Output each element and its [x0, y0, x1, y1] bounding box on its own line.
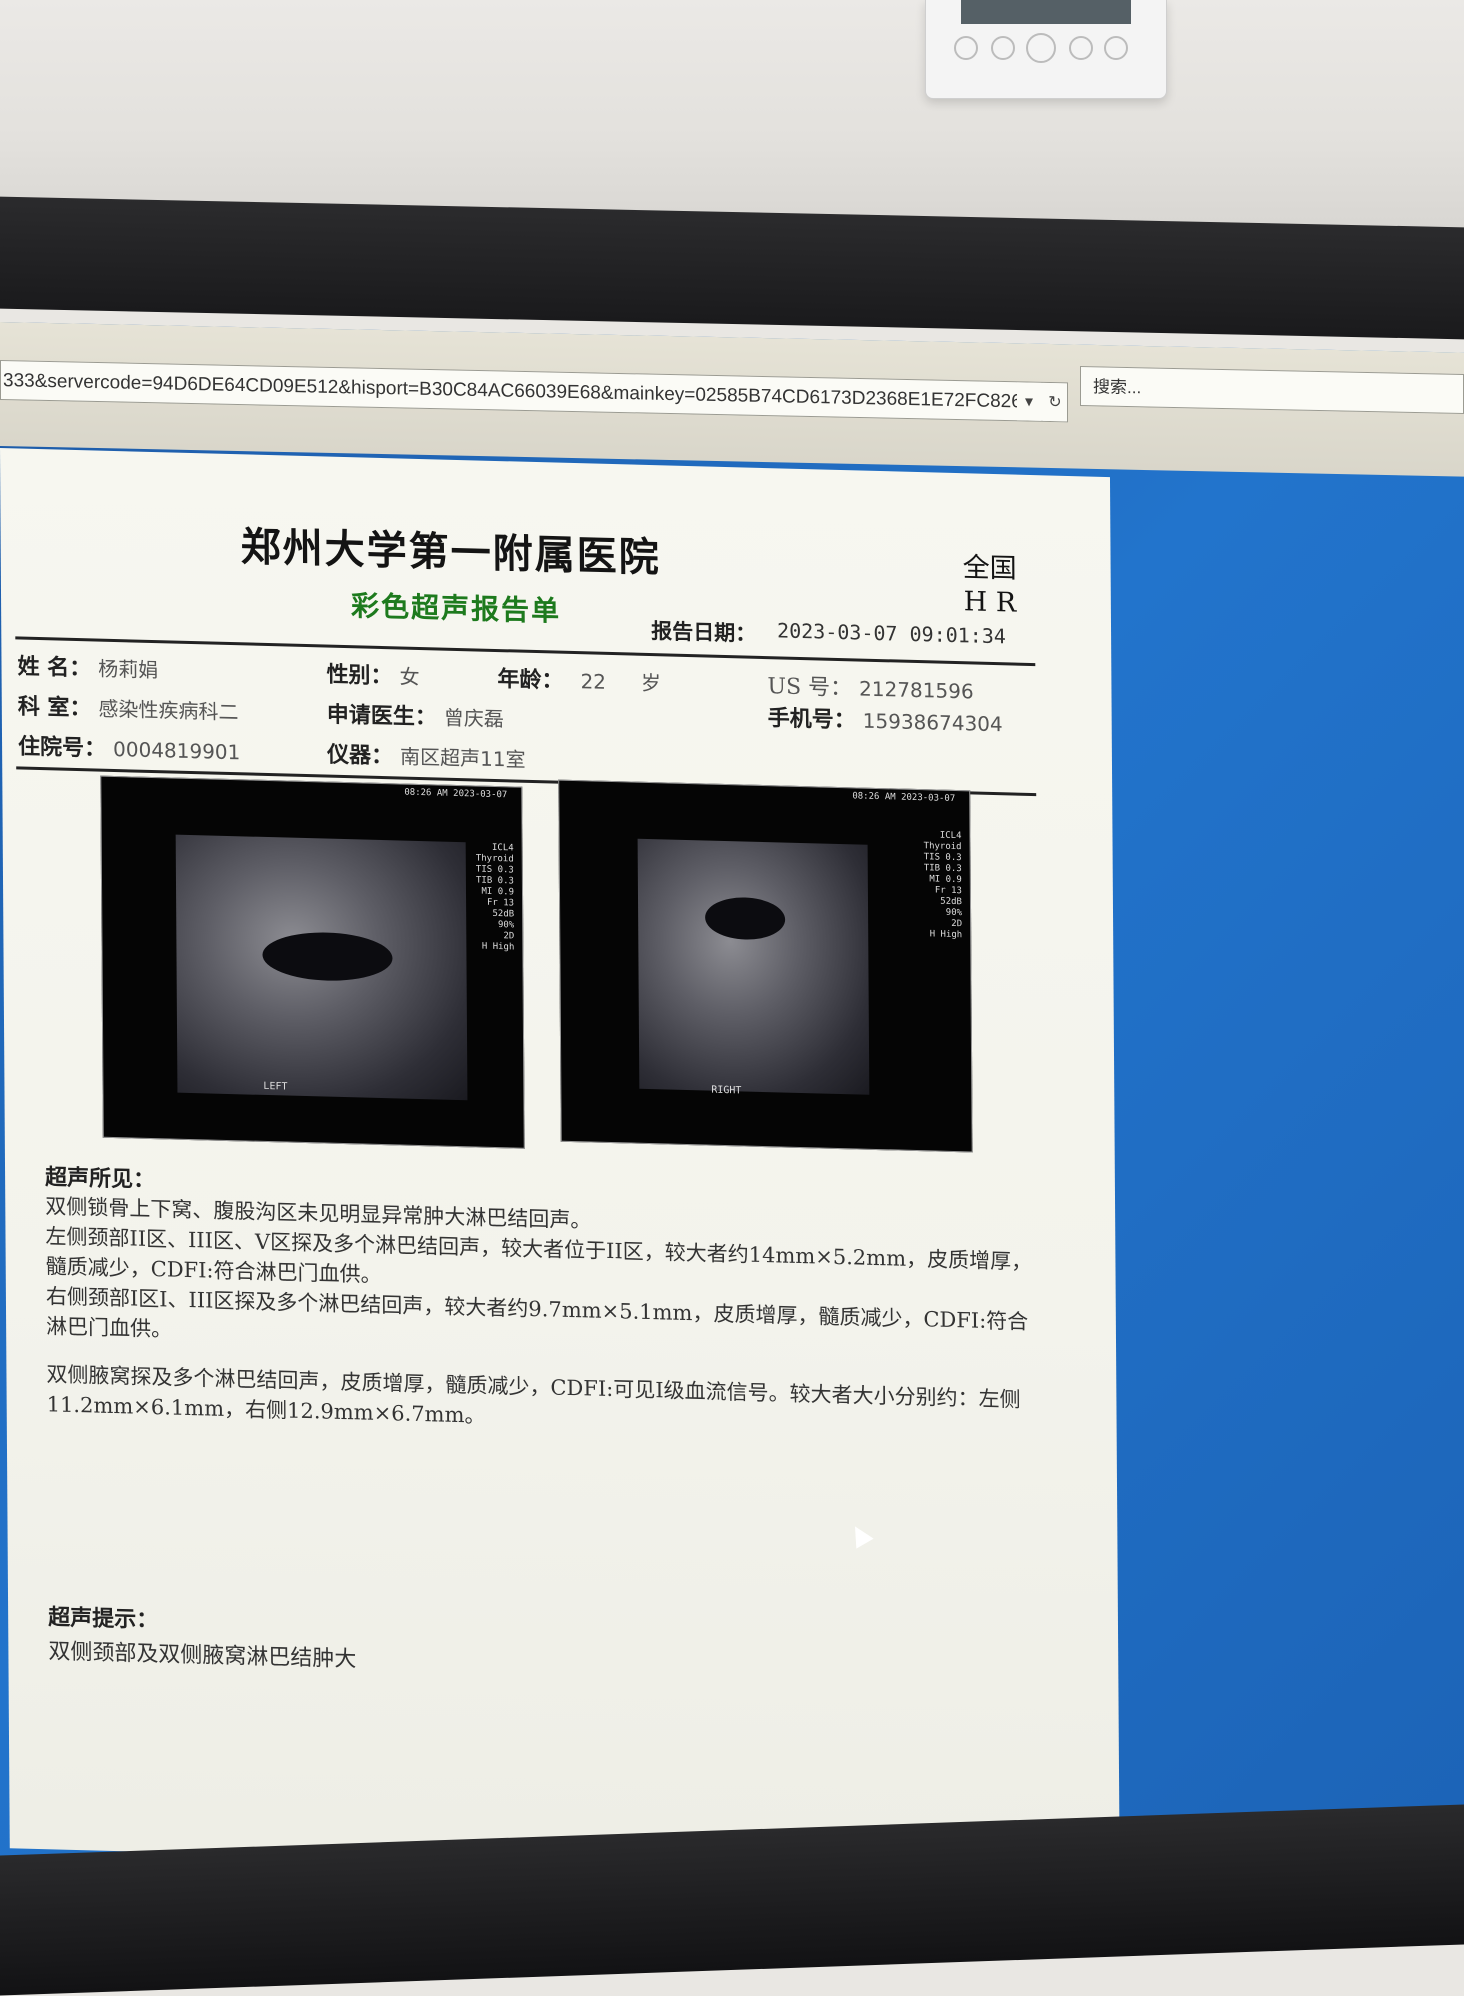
search-placeholder: 搜索... — [1093, 377, 1142, 398]
country-mark-line1: 全国 — [962, 552, 1017, 585]
phone-field: 手机号： 15938674304 — [768, 700, 1003, 738]
finding-4: 双侧腋窝探及多个淋巴结回声，皮质增厚，髓质减少，CDFI:可见I级血流信号。较大… — [46, 1362, 1021, 1428]
doctor-label: 申请医生： — [326, 701, 437, 731]
inpatient-label: 住院号： — [17, 733, 107, 762]
ultrasound-images: 08:26 AM 2023-03-07 ICL4 Thyroid TIS 0.3… — [80, 775, 983, 1169]
ultrasound-image-left[interactable]: 08:26 AM 2023-03-07 ICL4 Thyroid TIS 0.3… — [100, 775, 525, 1149]
device: 南区超声11室 — [400, 744, 526, 772]
ultrasound-right-side: RIGHT — [711, 1084, 742, 1097]
phone-label: 手机号： — [767, 705, 856, 734]
phone-number: 15938674304 — [862, 708, 1003, 737]
thermostat-up-icon — [1069, 36, 1093, 60]
refresh-icon[interactable]: ↻ — [1043, 382, 1067, 423]
ultrasound-left-header: 08:26 AM 2023-03-07 — [404, 787, 508, 801]
wall-background — [0, 0, 1464, 230]
thermostat-panel — [925, 0, 1167, 99]
ultrasound-right-scan — [637, 838, 870, 1095]
report-title: 彩色超声报告单 — [350, 589, 562, 628]
patient-name-label: 姓 名： — [17, 653, 92, 682]
patient-name-field: 姓 名： 杨莉娟 — [17, 648, 158, 684]
patient-age-field: 年龄： 22 岁 — [497, 661, 661, 697]
ultrasound-right-params: ICL4 Thyroid TIS 0.3 TIB 0.3 MI 0.9 Fr 1… — [923, 830, 963, 941]
ultrasound-left-params: ICL4 Thyroid TIS 0.3 TIB 0.3 MI 0.9 Fr 1… — [475, 842, 515, 953]
thermostat-fan-icon — [954, 36, 978, 60]
findings-title: 超声所见： — [44, 1164, 156, 1194]
thermostat-down-icon — [1104, 36, 1128, 60]
patient-age-unit: 岁 — [640, 670, 662, 696]
patient-sex-label: 性别： — [326, 661, 393, 690]
conclusion-title: 超声提示： — [48, 1604, 159, 1634]
us-number-field: US 号： 212781596 — [767, 668, 973, 705]
patient-age-label: 年龄： — [497, 666, 564, 694]
search-input[interactable]: 搜索... — [1080, 366, 1464, 415]
thermostat-power-icon — [1026, 33, 1056, 63]
doctor-name: 曾庆磊 — [443, 705, 504, 732]
inpatient-number: 0004819901 — [113, 736, 241, 765]
hospital-name: 郑州大学第一附属医院 — [240, 523, 661, 582]
conclusion-text: 双侧颈部及双侧腋窝淋巴结肿大 — [48, 1639, 357, 1673]
dropdown-arrow-icon[interactable]: ▾ — [1017, 382, 1041, 423]
report-date-label: 报告日期： — [651, 618, 757, 646]
us-number-label: US 号： — [767, 674, 853, 702]
ultrasound-left-side: LEFT — [263, 1080, 288, 1093]
ultrasound-image-right[interactable]: 08:26 AM 2023-03-07 ICL4 Thyroid TIS 0.3… — [558, 779, 973, 1153]
department: 感染性疾病科二 — [98, 696, 239, 725]
device-field: 仪器： 南区超声11室 — [327, 737, 526, 774]
patient-age: 22 — [580, 669, 607, 694]
thermostat-screen — [961, 0, 1131, 24]
doctor-field: 申请医生： 曾庆磊 — [327, 697, 504, 734]
patient-sex-field: 性别： 女 — [326, 657, 419, 691]
department-label: 科 室： — [17, 693, 92, 722]
device-label: 仪器： — [326, 741, 394, 770]
department-field: 科 室： 感染性疾病科二 — [18, 688, 239, 726]
country-mark-line2: H R — [963, 586, 1017, 619]
patient-sex: 女 — [399, 664, 420, 689]
ultrasound-right-header: 08:26 AM 2023-03-07 — [852, 791, 956, 805]
thermostat-mode-icon — [991, 36, 1015, 60]
country-mark: 全国 H R — [963, 551, 1017, 620]
report-date-value: 2023-03-07 09:01:34 — [777, 618, 1006, 649]
inpatient-field: 住院号： 0004819901 — [18, 728, 240, 766]
us-number: 212781596 — [859, 676, 974, 704]
report-page: 郑州大学第一附属医院 全国 H R 彩色超声报告单 报告日期： 2023-03-… — [0, 448, 1120, 1878]
patient-name: 杨莉娟 — [98, 656, 159, 683]
